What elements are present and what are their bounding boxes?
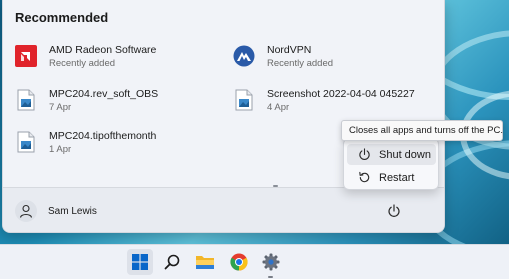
image-file-icon xyxy=(15,130,37,154)
power-icon xyxy=(388,204,400,217)
item-name: MPC204.tipofthemonth xyxy=(49,129,157,142)
shut-down-tooltip: Closes all apps and turns off the PC. xyxy=(341,120,503,141)
recommended-item-file[interactable]: Screenshot 2022-04-04 045227 4 Apr xyxy=(233,84,415,116)
user-name: Sam Lewis xyxy=(48,205,97,217)
shut-down-button[interactable]: Shut down xyxy=(347,144,436,165)
amd-radeon-icon xyxy=(15,44,37,68)
start-icon xyxy=(132,254,148,270)
item-name: NordVPN xyxy=(267,43,312,56)
item-name: MPC204.rev_soft_OBS xyxy=(49,87,159,100)
recommended-item-file[interactable]: MPC204.tipofthemonth 1 Apr xyxy=(15,126,156,158)
settings-icon xyxy=(262,253,280,271)
image-file-icon xyxy=(15,88,37,112)
item-subtitle: Recently added xyxy=(267,57,334,69)
image-file-icon xyxy=(233,88,255,112)
user-account-button[interactable]: Sam Lewis xyxy=(15,200,97,222)
item-name: AMD Radeon Software xyxy=(49,43,157,56)
power-icon xyxy=(357,148,371,162)
start-button[interactable] xyxy=(127,249,153,275)
start-menu-footer: Sam Lewis xyxy=(3,187,444,232)
chrome-icon xyxy=(230,253,248,271)
item-subtitle: 1 Apr xyxy=(49,143,72,155)
restart-icon xyxy=(357,171,371,185)
settings-button[interactable] xyxy=(258,249,284,275)
restart-label: Restart xyxy=(379,171,415,184)
recommended-item-amd-radeon[interactable]: AMD Radeon Software Recently added xyxy=(15,40,156,72)
item-name: Screenshot 2022-04-04 045227 xyxy=(267,87,415,100)
recommended-title: Recommended xyxy=(15,10,109,25)
nordvpn-icon xyxy=(233,44,255,68)
restart-button[interactable]: Restart xyxy=(347,167,436,188)
user-icon xyxy=(15,200,37,222)
file-explorer-button[interactable] xyxy=(192,249,218,275)
recommended-item-file[interactable]: MPC204.rev_soft_OBS 7 Apr xyxy=(15,84,158,116)
active-app-indicator xyxy=(268,276,273,278)
search-icon xyxy=(164,254,180,270)
power-button[interactable] xyxy=(384,201,404,221)
search-button[interactable] xyxy=(159,249,185,275)
file-explorer-icon xyxy=(196,256,214,269)
taskbar xyxy=(0,244,509,279)
recommended-item-nordvpn[interactable]: NordVPN Recently added xyxy=(233,40,333,72)
item-subtitle: 7 Apr xyxy=(49,101,72,113)
item-subtitle: 4 Apr xyxy=(267,101,290,113)
start-menu: Recommended AMD Radeon Software Recently… xyxy=(2,0,445,233)
chrome-button[interactable] xyxy=(226,249,252,275)
item-subtitle: Recently added xyxy=(49,57,116,69)
power-menu: Shut down Restart xyxy=(343,138,439,190)
shut-down-label: Shut down xyxy=(379,148,431,161)
